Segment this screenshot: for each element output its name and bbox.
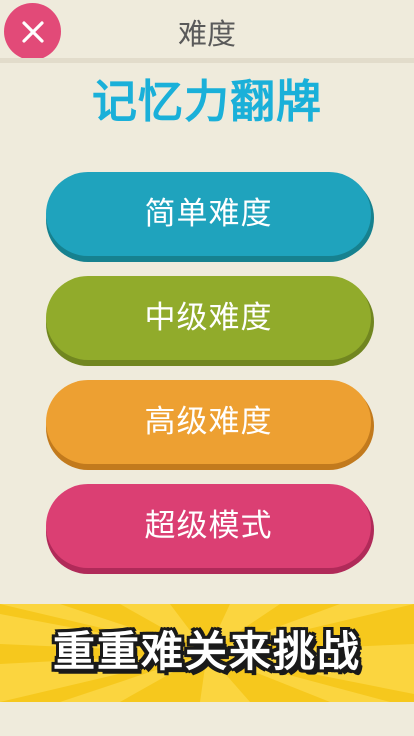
hard-difficulty-label: 高级难度 — [144, 403, 273, 440]
easy-difficulty-button[interactable]: 简单难度 — [46, 172, 371, 256]
super-mode-label: 超级模式 — [144, 507, 273, 544]
easy-difficulty-label: 简单难度 — [144, 195, 273, 232]
super-mode-button[interactable]: 超级模式 — [46, 484, 371, 568]
hard-difficulty-button[interactable]: 高级难度 — [46, 380, 371, 464]
header: 难度 — [0, 0, 414, 64]
medium-difficulty-button[interactable]: 中级难度 — [46, 276, 371, 360]
medium-difficulty-label: 中级难度 — [144, 299, 273, 336]
header-divider — [0, 58, 414, 63]
promo-banner: 重重难关来挑战 — [0, 604, 414, 702]
app-title: 记忆力翻牌 — [91, 75, 322, 128]
page-title: 难度 — [177, 17, 236, 51]
banner-text: 重重难关来挑战 — [52, 627, 361, 676]
difficulty-screen: 难度 记忆力翻牌 简单难度 中级难度 高级难度 超级模式 重重难关来挑战 — [0, 0, 414, 736]
